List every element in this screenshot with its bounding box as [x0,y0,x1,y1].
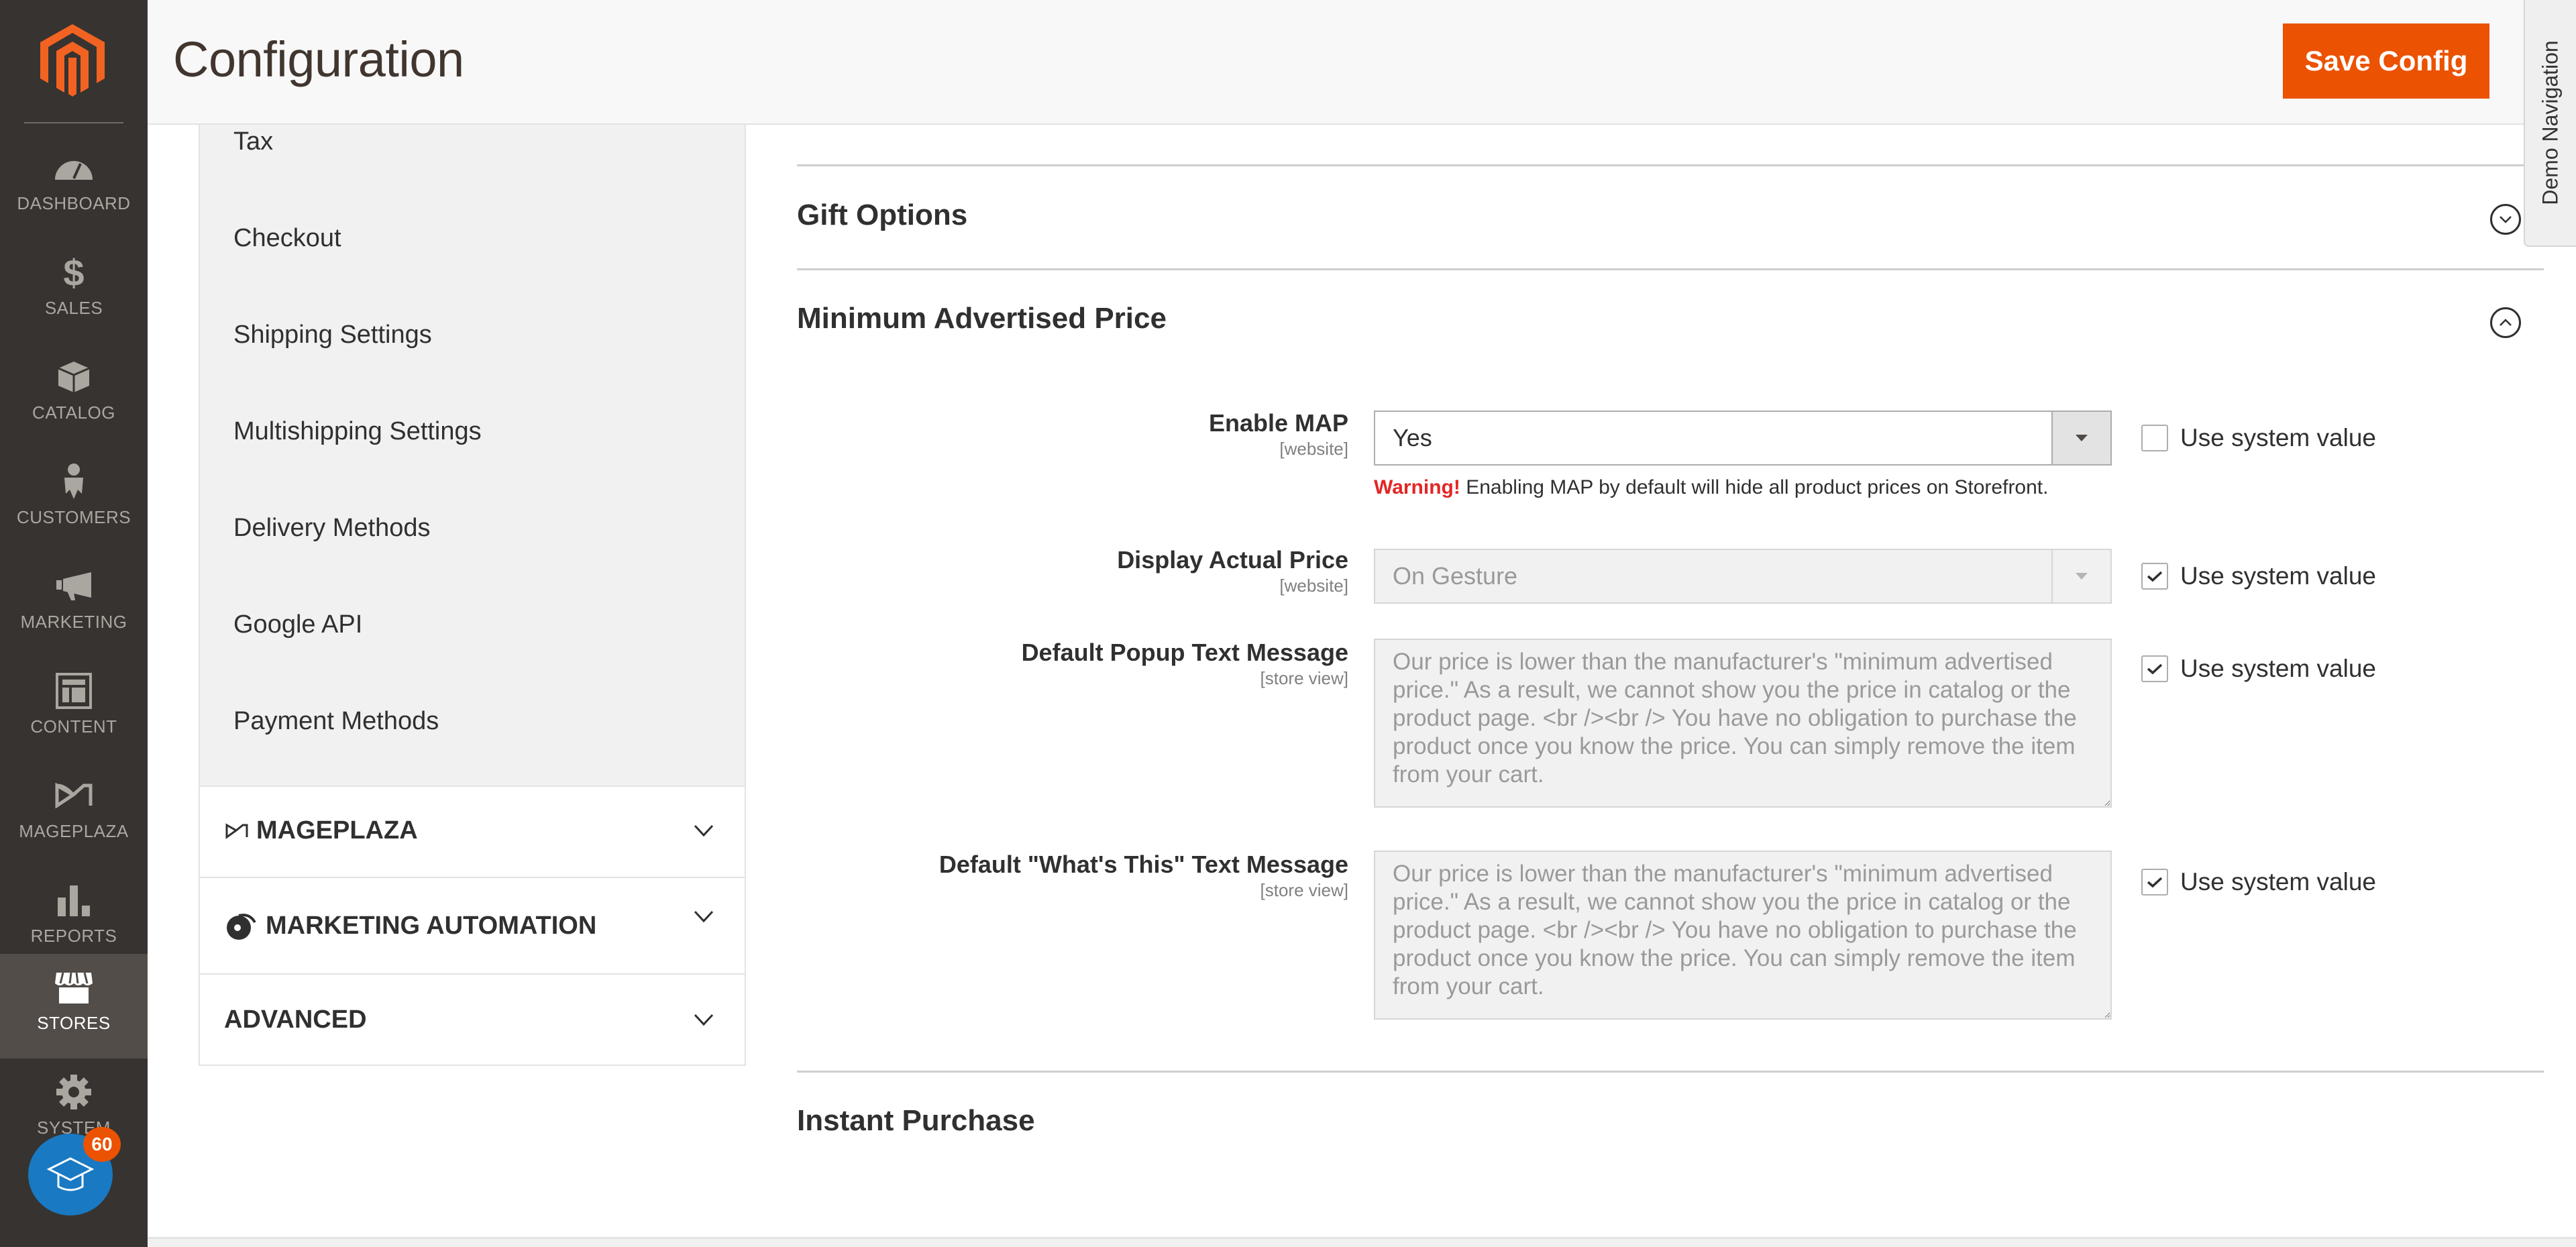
nav-item-sales[interactable]: $ SALES [0,239,148,343]
person-icon [52,463,95,500]
field-label-whats-this-text: Default "What's This" Text Message [stor… [938,851,1348,900]
enable-map-select[interactable]: Yes [1374,411,2112,466]
save-config-button[interactable]: Save Config [2283,23,2489,99]
tab-link-checkout[interactable]: Checkout [233,224,341,253]
nav-item-stores[interactable]: STORES [0,954,148,1059]
tab-group-advanced[interactable]: ADVANCED [200,973,745,1065]
megaphone-icon [52,567,95,605]
admin-sidebar: DASHBOARD $ SALES CATALOG CUSTOMERS MARK… [0,0,148,1247]
checkbox-checked [2141,869,2168,896]
enable-map-use-system-checkbox[interactable]: Use system value [2141,424,2376,452]
checkbox-unchecked [2141,425,2168,451]
gear-icon [52,1073,95,1111]
tab-group-mageplaza[interactable]: MAGEPLAZA [200,785,745,877]
field-label-popup-text: Default Popup Text Message [store view] [1021,639,1348,688]
demo-navigation-label: Demo Navigation [2538,40,2563,205]
page-title: Configuration [173,32,464,87]
tab-link-delivery-methods[interactable]: Delivery Methods [233,514,431,543]
bar-chart-icon [52,881,95,919]
checkbox-checked [2141,655,2168,682]
storefront-icon [52,969,95,1006]
field-label-enable-map: Enable MAP [website] [1208,409,1348,459]
nav-item-dashboard[interactable]: DASHBOARD [0,134,148,239]
chevron-down-icon [2500,216,2512,223]
dollar-icon: $ [63,251,85,294]
section-divider [797,164,2544,166]
popup-text-use-system-checkbox[interactable]: Use system value [2141,655,2376,683]
nav-item-mageplaza[interactable]: MAGEPLAZA [0,762,148,867]
enable-map-warning: Warning! Enabling MAP by default will hi… [1374,476,2049,498]
mageplaza-icon [225,822,248,839]
whats-this-text-textarea[interactable]: Our price is lower than the manufacturer… [1374,851,2112,1020]
checkmark-icon [2147,877,2163,888]
tab-link-shipping-settings[interactable]: Shipping Settings [233,321,432,349]
logo-divider [24,122,123,123]
checkmark-icon [2147,663,2163,675]
tab-link-tax[interactable]: Tax [233,127,273,156]
dropdown-arrow-icon [2051,412,2110,464]
section-divider [797,268,2544,270]
dotdigital-icon [227,914,256,940]
chevron-down-icon [694,824,714,837]
whats-this-text-use-system-checkbox[interactable]: Use system value [2141,868,2376,896]
nav-item-marketing[interactable]: MARKETING [0,553,148,657]
section-gift-options[interactable]: Gift Options [797,199,967,232]
tab-link-google-api[interactable]: Google API [233,610,362,639]
section-minimum-advertised-price[interactable]: Minimum Advertised Price [797,302,1167,335]
nav-item-content[interactable]: CONTENT [0,657,148,762]
box-icon [52,358,95,396]
popup-text-textarea[interactable]: Our price is lower than the manufacturer… [1374,639,2112,808]
config-tabs-panel: Tax Checkout Shipping Settings Multiship… [199,125,746,1066]
graduation-cap-icon [46,1157,95,1191]
nav-item-customers[interactable]: CUSTOMERS [0,448,148,553]
section-toggle-map[interactable] [2490,307,2521,338]
checkbox-checked [2141,563,2168,590]
dashboard-icon [52,149,95,186]
demo-navigation-tab[interactable]: Demo Navigation [2524,0,2576,247]
layout-icon [52,672,95,710]
chevron-down-icon [694,1014,714,1026]
dropdown-arrow-icon [2051,550,2110,602]
display-actual-price-use-system-checkbox[interactable]: Use system value [2141,562,2376,590]
tab-group-label: ADVANCED [224,1006,367,1034]
notification-count-badge: 60 [83,1127,121,1162]
tab-group-label: MAGEPLAZA [256,816,418,845]
tab-link-multishipping-settings[interactable]: Multishipping Settings [233,417,482,446]
section-toggle-gift-options[interactable] [2490,204,2521,235]
chevron-up-icon [2500,319,2512,326]
tab-group-label: MARKETING AUTOMATION [266,911,597,940]
section-divider [797,1071,2544,1073]
field-label-display-actual-price: Display Actual Price [website] [1117,546,1348,596]
display-actual-price-select[interactable]: On Gesture [1374,549,2112,604]
magento-logo-icon[interactable] [40,24,105,97]
checkmark-icon [2147,571,2163,582]
page-footer-edge [148,1237,2576,1247]
sales-tab-sublist: Tax Checkout Shipping Settings Multiship… [200,125,745,785]
nav-item-catalog[interactable]: CATALOG [0,343,148,448]
mageplaza-icon [52,777,95,814]
section-instant-purchase[interactable]: Instant Purchase [797,1104,1035,1138]
tab-link-payment-methods[interactable]: Payment Methods [233,707,439,736]
page-header: Configuration Save Config [148,0,2576,125]
tab-group-marketing-automation[interactable]: MARKETING AUTOMATION [200,877,745,973]
chevron-down-icon [694,910,714,923]
